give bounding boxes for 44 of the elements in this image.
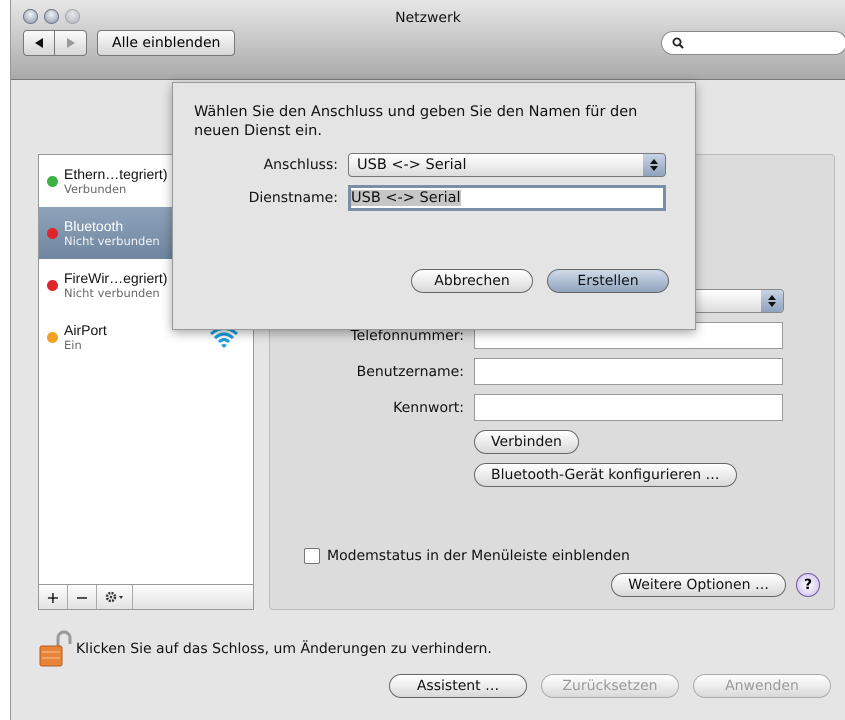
service-name: FireWir…egriert) [64, 270, 168, 286]
input-field[interactable] [474, 358, 783, 385]
help-button[interactable]: ? [796, 573, 820, 597]
service-name-label: Dienstname: [248, 190, 338, 206]
field-label: Kennwort: [392, 400, 464, 416]
forward-button[interactable] [55, 30, 87, 56]
port-dropdown[interactable]: USB <-> Serial [348, 153, 666, 177]
field-label: Benutzername: [356, 364, 464, 380]
service-name-field[interactable]: USB <-> Serial [348, 185, 666, 211]
connect-button[interactable]: Verbinden [474, 430, 579, 454]
close-button[interactable] [23, 9, 38, 24]
zoom-button[interactable] [65, 9, 80, 24]
service-name: Ethern…tegriert) [64, 166, 168, 182]
search-field[interactable] [661, 31, 845, 55]
minimize-button[interactable] [44, 9, 59, 24]
dropdown-arrows-icon [761, 290, 783, 312]
more-options-button[interactable]: Weitere Optionen … [611, 573, 786, 597]
settings-icon [104, 591, 124, 603]
service-status: Nicht verbunden [64, 234, 161, 248]
show-all-button[interactable]: Alle einblenden [97, 30, 236, 56]
sheet-button[interactable]: Erstellen [547, 269, 669, 293]
service-name: Bluetooth [64, 218, 124, 234]
field-label: Telefonnummer: [349, 328, 464, 344]
list-button[interactable]: + [39, 585, 68, 609]
window-title: Netzwerk [395, 10, 461, 26]
port-label: Anschluss: [262, 157, 338, 173]
forward-arrow-icon [66, 38, 75, 48]
lock-hint-text: Klicken Sie auf das Schloss, um Änderungen zu verhindern. [76, 641, 492, 657]
sheet-message: Wählen Sie den Anschluss und geben Sie den Namen für den neuen Dienst ein. [194, 103, 638, 141]
back-arrow-icon [34, 38, 44, 48]
checkbox[interactable] [304, 548, 320, 564]
list-button[interactable]: − [68, 585, 97, 609]
service-status: Verbunden [64, 182, 128, 196]
configure-device-button[interactable]: Bluetooth-Gerät konfigurieren … [474, 463, 737, 487]
footer-button[interactable]: Assistent … [389, 674, 527, 698]
sheet-button[interactable]: Abbrechen [411, 269, 533, 293]
service-status: Nicht verbunden [64, 286, 161, 300]
back-button[interactable] [23, 30, 55, 56]
dropdown-arrows-icon [650, 159, 658, 171]
input-field[interactable] [474, 394, 783, 421]
service-status: Ein [64, 338, 83, 352]
search-icon [672, 37, 684, 49]
checkbox-label: Modemstatus in der Menüleiste einblenden [327, 548, 630, 564]
service-name: AirPort [64, 322, 108, 338]
